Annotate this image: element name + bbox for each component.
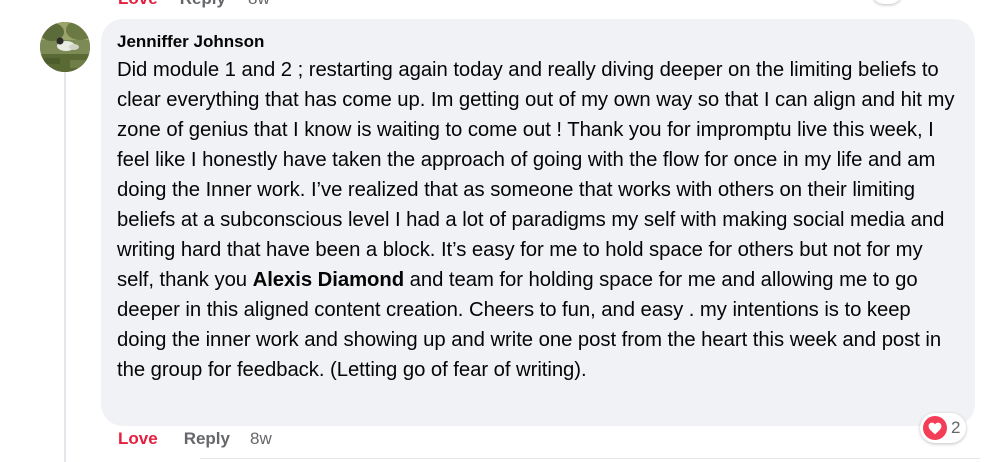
mention-link[interactable]: Alexis Diamond (253, 269, 405, 291)
previous-comment-actions: Love Reply 8w (118, 0, 270, 9)
comment-text: Did module 1 and 2 ; restarting again to… (117, 55, 959, 385)
comment-thread: Love Reply 8w Jenniffer Johnson Did modu… (0, 0, 1002, 462)
thread-line (64, 72, 66, 462)
comment-text-part: Did module 1 and 2 ; restarting again to… (117, 59, 955, 291)
heart-glyph (928, 422, 942, 434)
avatar-image (40, 22, 90, 72)
comment-timestamp[interactable]: 8w (248, 0, 270, 9)
comment-author[interactable]: Jenniffer Johnson (117, 31, 959, 53)
comment-actions: Love Reply 8w (118, 429, 272, 449)
comment-bubble: Jenniffer Johnson Did module 1 and 2 ; r… (101, 19, 975, 426)
comment-timestamp[interactable]: 8w (250, 429, 272, 449)
heart-icon (923, 416, 947, 440)
reply-button[interactable]: Reply (180, 0, 226, 9)
next-comment-edge (200, 458, 980, 462)
previous-reaction-pill[interactable] (872, 0, 902, 4)
avatar[interactable] (40, 22, 90, 72)
love-button[interactable]: Love (118, 429, 158, 449)
reaction-count: 2 (951, 418, 961, 437)
reaction-summary[interactable]: 2 (920, 413, 967, 443)
reply-button[interactable]: Reply (184, 429, 230, 449)
love-button[interactable]: Love (118, 0, 158, 9)
